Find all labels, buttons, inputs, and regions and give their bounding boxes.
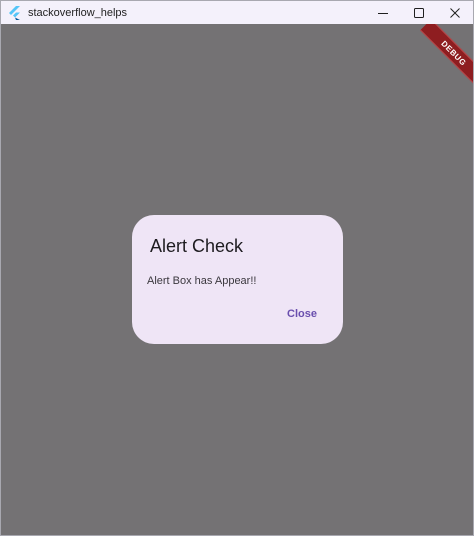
flutter-logo-icon (7, 5, 23, 21)
dialog-title: Alert Check (150, 236, 244, 256)
modal-scrim[interactable]: DEBUG Alert Check Alert Box has Appear!!… (1, 24, 473, 535)
app-window: stackoverflow_helps DEBUG Alert Check Al… (0, 0, 474, 536)
close-icon (450, 7, 460, 18)
window-controls (365, 1, 473, 24)
debug-banner: DEBUG (420, 24, 473, 87)
maximize-button[interactable] (401, 1, 437, 24)
title-bar[interactable]: stackoverflow_helps (1, 1, 473, 24)
maximize-icon (414, 7, 424, 18)
dialog-message: Alert Box has Appear!! (147, 275, 257, 287)
alert-dialog: Alert Check Alert Box has Appear!! Close (132, 215, 343, 344)
close-window-button[interactable] (437, 1, 473, 24)
window-title: stackoverflow_helps (28, 6, 128, 19)
minimize-icon (378, 12, 388, 14)
minimize-button[interactable] (365, 1, 401, 24)
close-button[interactable]: Close (287, 308, 317, 320)
